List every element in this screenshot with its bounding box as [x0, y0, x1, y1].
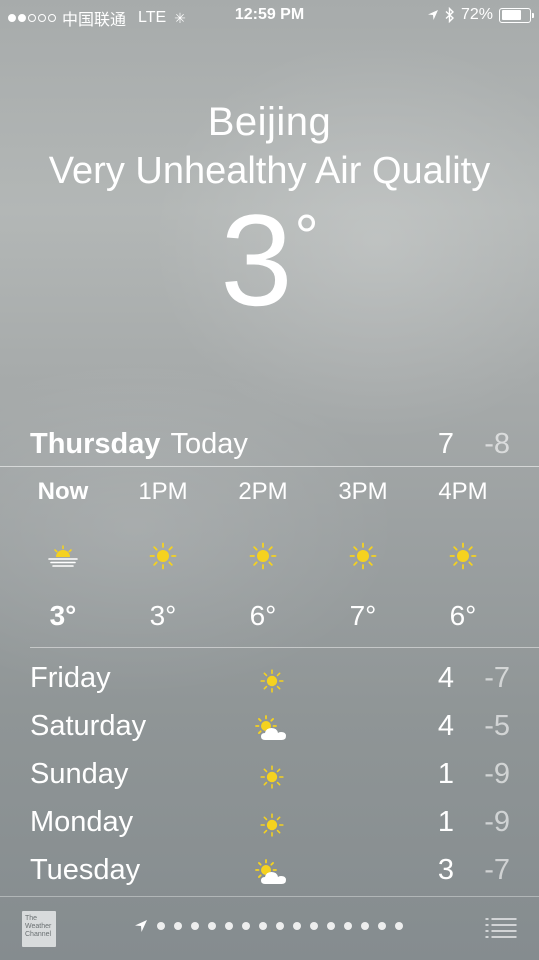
hourly-top-divider — [0, 466, 539, 467]
hour-temp: 3° — [49, 600, 77, 631]
hour-label: 4PM — [438, 478, 488, 505]
hour-temp: 6° — [449, 600, 477, 631]
hour-label: 3PM — [338, 478, 388, 505]
hourly-bottom-divider — [30, 647, 539, 648]
hour-label: 2PM — [238, 478, 288, 505]
hourly-item: Now 3° — [13, 478, 113, 632]
daily-row: Friday 4 -7 — [30, 656, 510, 704]
sun-icon — [252, 808, 292, 842]
daily-row: Tuesday 3 -7 — [30, 848, 510, 896]
hour-temp: 6° — [249, 600, 277, 631]
hour-temp: 7° — [349, 600, 377, 631]
hourly-item: 3PM 7° — [313, 478, 413, 632]
daily-row: Monday 1 -9 — [30, 800, 510, 848]
page-dot — [242, 922, 250, 930]
city-name: Beijing — [207, 100, 332, 144]
day-high: 4 — [437, 710, 454, 742]
today-day-name: Thursday — [30, 428, 161, 460]
hourly-forecast[interactable]: Now 3° 1PM 3° 2PM 6° 3PM 7° 4PM 6° — [13, 478, 513, 632]
list-icon[interactable] — [485, 915, 517, 939]
page-dot — [174, 922, 182, 930]
weather-channel-logo[interactable]: The Weather Channel — [22, 911, 56, 947]
page-dot — [310, 922, 318, 930]
page-indicator[interactable] — [134, 919, 403, 933]
day-high: 3 — [437, 854, 454, 886]
day-name: Monday — [30, 806, 134, 838]
sun-icon — [252, 664, 292, 698]
hourly-item: 1PM 3° — [113, 478, 213, 632]
bluetooth-icon — [445, 7, 454, 23]
daily-forecast[interactable]: Friday 4 -7 Saturday 4 -5 Sunday 1 -9 Mo… — [30, 656, 510, 896]
hour-temp: 3° — [149, 600, 177, 631]
status-bar-right: 72% — [427, 6, 534, 24]
degree-symbol: ° — [294, 203, 319, 270]
day-low: -9 — [484, 806, 510, 838]
page-dot — [157, 922, 165, 930]
today-high: 7 — [437, 428, 454, 460]
battery-icon — [499, 7, 534, 23]
daily-row: Saturday 4 -5 — [30, 704, 510, 752]
page-dot — [276, 922, 284, 930]
sun-icon — [313, 536, 413, 576]
page-dot — [259, 922, 267, 930]
sun-icon — [252, 760, 292, 794]
day-low: -7 — [484, 662, 510, 694]
partly-cloudy-icon — [252, 712, 292, 746]
today-low: -8 — [484, 428, 510, 460]
page-dot — [361, 922, 369, 930]
status-bar: 中国联通 LTE ✳ 12:59 PM 72% — [0, 0, 539, 32]
sunrise-icon — [13, 536, 113, 576]
hour-label: Now — [37, 478, 89, 505]
day-low: -9 — [484, 758, 510, 790]
day-high: 4 — [437, 662, 454, 694]
page-dot — [208, 922, 216, 930]
page-dot — [293, 922, 301, 930]
daily-row: Sunday 1 -9 — [30, 752, 510, 800]
partly-cloudy-icon — [252, 856, 292, 890]
page-dot — [225, 922, 233, 930]
page-dot — [327, 922, 335, 930]
current-temperature: 3° — [0, 195, 539, 325]
sun-icon — [213, 536, 313, 576]
hour-label: 1PM — [138, 478, 188, 505]
page-dot — [378, 922, 386, 930]
battery-percent: 72% — [460, 6, 493, 23]
day-low: -7 — [484, 854, 510, 886]
day-name: Tuesday — [30, 854, 141, 886]
hourly-item: 4PM 6° — [413, 478, 513, 632]
page-dot — [344, 922, 352, 930]
day-low: -5 — [484, 710, 510, 742]
sun-icon — [413, 536, 513, 576]
page-dot — [395, 922, 403, 930]
today-label: Today — [170, 428, 248, 460]
day-high: 1 — [437, 806, 454, 838]
day-name: Sunday — [30, 758, 129, 790]
location-arrow-icon — [135, 920, 147, 932]
hourly-item: 2PM 6° — [213, 478, 313, 632]
day-high: 1 — [437, 758, 454, 790]
current-temperature-value: 3 — [220, 187, 293, 333]
bottom-toolbar: The Weather Channel — [0, 897, 539, 960]
page-dot — [191, 922, 199, 930]
sun-icon — [113, 536, 213, 576]
logo-text: The Weather Channel — [25, 915, 52, 938]
day-name: Saturday — [30, 710, 147, 742]
location-services-icon — [427, 10, 438, 20]
today-summary: Thursday Today 7 -8 — [30, 428, 510, 464]
day-name: Friday — [30, 662, 111, 694]
